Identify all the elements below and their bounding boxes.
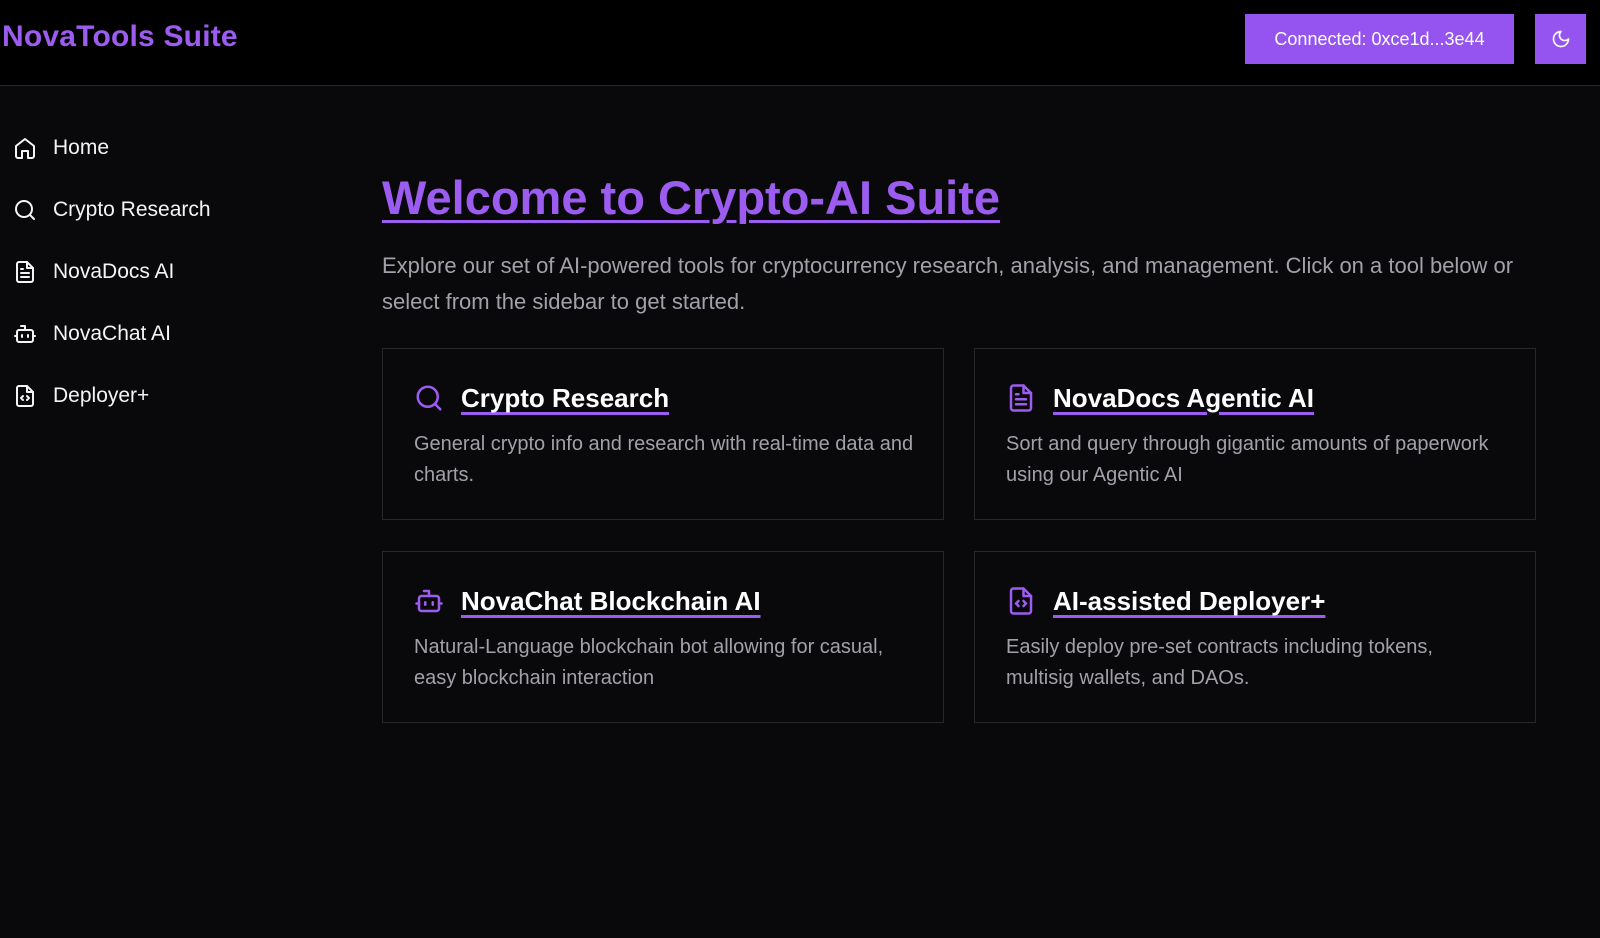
brand-title[interactable]: NovaTools Suite xyxy=(2,20,238,54)
wallet-connect-button[interactable]: Connected: 0xce1d...3e44 xyxy=(1245,14,1514,64)
search-icon xyxy=(413,382,445,414)
document-icon xyxy=(12,259,38,285)
sidebar-item-label: Crypto Research xyxy=(53,198,211,221)
card-title[interactable]: Crypto Research xyxy=(461,383,669,414)
card-title[interactable]: NovaChat Blockchain AI xyxy=(461,586,761,617)
bot-icon xyxy=(413,585,445,617)
card-title[interactable]: NovaDocs Agentic AI xyxy=(1053,383,1314,414)
card-description: General crypto info and research with re… xyxy=(414,433,914,486)
theme-toggle-button[interactable] xyxy=(1535,14,1586,64)
bot-icon xyxy=(12,321,38,347)
sidebar-item-deployer[interactable]: Deployer+ xyxy=(12,376,312,416)
search-icon xyxy=(12,197,38,223)
sidebar-item-home[interactable]: Home xyxy=(12,128,312,168)
sidebar: Home Crypto Research NovaDocs AI NovaCha… xyxy=(0,86,340,938)
code-file-icon xyxy=(12,383,38,409)
top-bar: NovaTools Suite Connected: 0xce1d...3e44 xyxy=(0,0,1600,86)
sidebar-item-novadocs[interactable]: NovaDocs AI xyxy=(12,252,312,292)
moon-icon xyxy=(1551,29,1571,49)
card-title[interactable]: AI-assisted Deployer+ xyxy=(1053,586,1325,617)
sidebar-item-label: Home xyxy=(53,136,110,159)
card-description: Sort and query through gigantic amounts … xyxy=(1006,433,1489,486)
sidebar-item-label: NovaChat AI xyxy=(53,322,171,345)
card-description: Natural-Language blockchain bot allowing… xyxy=(414,636,884,689)
sidebar-item-crypto-research[interactable]: Crypto Research xyxy=(12,190,312,230)
tool-card-novadocs[interactable]: NovaDocs Agentic AI Sort and query throu… xyxy=(974,348,1536,520)
tool-card-novachat[interactable]: NovaChat Blockchain AI Natural-Language … xyxy=(382,551,944,723)
code-file-icon xyxy=(1005,585,1037,617)
tool-card-crypto-research[interactable]: Crypto Research General crypto info and … xyxy=(382,348,944,520)
card-description: Easily deploy pre-set contracts includin… xyxy=(1006,636,1433,689)
document-icon xyxy=(1005,382,1037,414)
tool-card-deployer[interactable]: AI-assisted Deployer+ Easily deploy pre-… xyxy=(974,551,1536,723)
sidebar-item-novachat[interactable]: NovaChat AI xyxy=(12,314,312,354)
page-description: Explore our set of AI-powered tools for … xyxy=(382,253,1514,314)
sidebar-item-label: NovaDocs AI xyxy=(53,260,175,283)
page-title[interactable]: Welcome to Crypto-AI Suite xyxy=(382,170,1000,225)
sidebar-item-label: Deployer+ xyxy=(53,384,150,407)
home-icon xyxy=(12,135,38,161)
